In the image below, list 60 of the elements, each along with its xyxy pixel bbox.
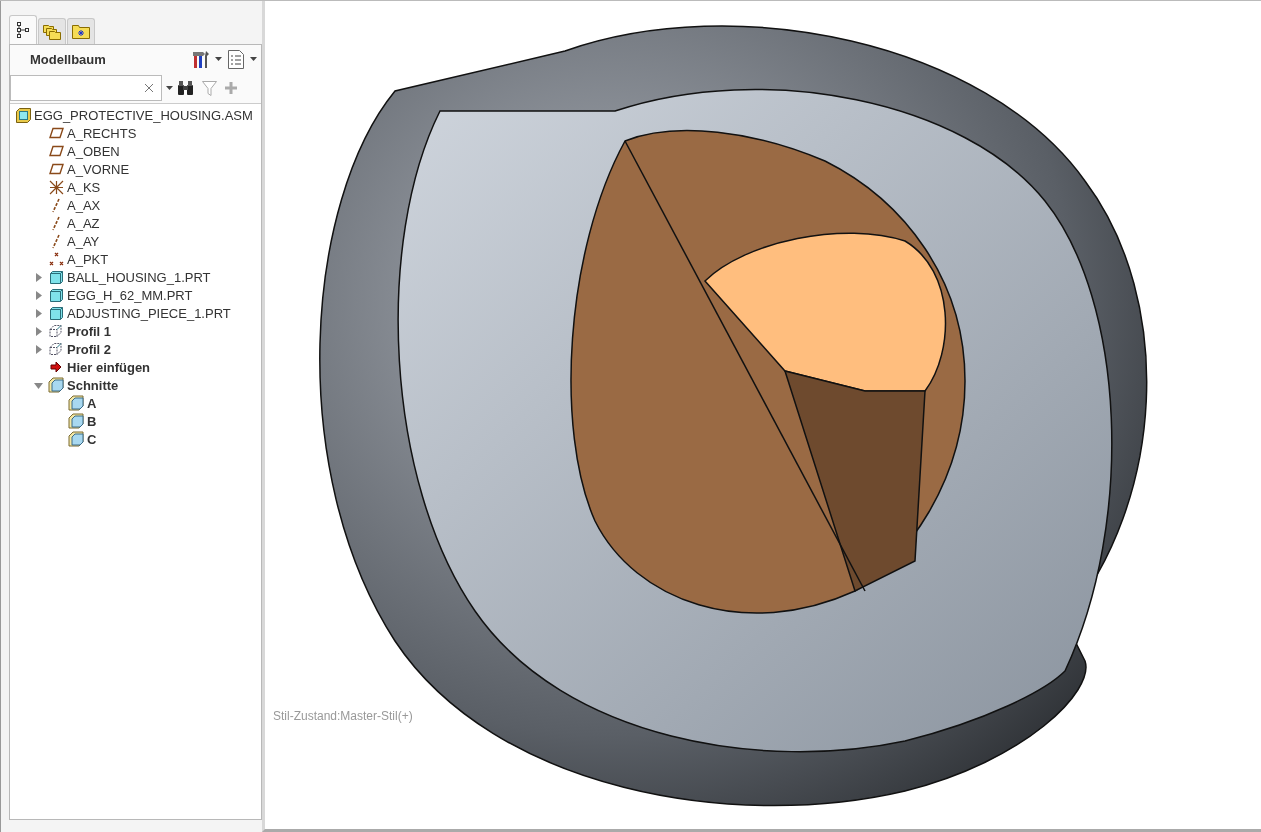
- axis-icon: [52, 215, 60, 231]
- part-icon: [49, 270, 63, 284]
- expand-arrow-icon[interactable]: [34, 308, 43, 318]
- section-icon: [68, 395, 84, 411]
- tree-item[interactable]: A_RECHTS: [67, 125, 137, 141]
- expand-arrow-icon[interactable]: [34, 290, 43, 300]
- tree-icon: [16, 22, 30, 38]
- part-icon: [49, 306, 63, 320]
- tree-item[interactable]: C: [87, 431, 97, 447]
- assembly-icon: [15, 107, 31, 123]
- tree-item[interactable]: A_VORNE: [67, 161, 130, 177]
- tree-item[interactable]: A_AY: [67, 233, 100, 249]
- arrow-right-icon: [50, 361, 62, 373]
- tree-item[interactable]: B: [87, 413, 97, 429]
- expand-arrow-icon[interactable]: [34, 344, 43, 354]
- tools-icon[interactable]: [191, 49, 211, 69]
- plane-icon: [48, 145, 64, 157]
- panel-tab[interactable]: [9, 15, 37, 44]
- plus-icon[interactable]: [225, 82, 237, 94]
- axis-icon: [52, 233, 60, 249]
- tree-item[interactable]: ADJUSTING_PIECE_1.PRT: [67, 305, 231, 321]
- panel-title: Modellbaum: [30, 51, 107, 67]
- coordinate-system-icon: [48, 179, 64, 195]
- tree-item[interactable]: A_PKT: [67, 251, 109, 267]
- tree-item[interactable]: Schnitte: [67, 377, 119, 393]
- caret-icon[interactable]: [250, 57, 257, 61]
- tree-item[interactable]: BALL_HOUSING_1.PRT: [67, 269, 211, 285]
- tree-item[interactable]: EGG_PROTECTIVE_HOUSING.ASM: [34, 107, 253, 123]
- filter-icon[interactable]: [202, 80, 217, 96]
- tree-item[interactable]: A_KS: [67, 179, 101, 195]
- tree-item[interactable]: Profil 2: [67, 341, 112, 357]
- extrude-icon: [49, 342, 63, 356]
- caret-icon[interactable]: [215, 57, 222, 61]
- tree-item[interactable]: A_OBEN: [67, 143, 120, 159]
- search-field[interactable]: [10, 75, 162, 101]
- folder-star-icon: [72, 24, 90, 39]
- points-icon: [48, 251, 64, 267]
- collapse-arrow-icon[interactable]: [34, 380, 43, 390]
- folders-icon: [43, 23, 61, 40]
- axis-icon: [52, 197, 60, 213]
- tree-item[interactable]: Hier einfügen: [67, 359, 151, 375]
- section-icon: [68, 431, 84, 447]
- section-icon: [68, 413, 84, 429]
- tree-item[interactable]: A: [87, 395, 97, 411]
- tree-item[interactable]: EGG_H_62_MM.PRT: [67, 287, 193, 303]
- plane-icon: [48, 127, 64, 139]
- extrude-icon: [49, 324, 63, 338]
- tree-item[interactable]: A_AX: [67, 197, 101, 213]
- expand-arrow-icon[interactable]: [34, 272, 43, 282]
- tree-item[interactable]: Profil 1: [67, 323, 112, 339]
- expand-arrow-icon[interactable]: [34, 326, 43, 336]
- part-icon: [49, 288, 63, 302]
- list-settings-icon[interactable]: [228, 49, 244, 69]
- tree-item[interactable]: A_AZ: [67, 215, 100, 231]
- plane-icon: [48, 163, 64, 175]
- binoculars-icon[interactable]: [177, 80, 194, 96]
- section-icon: [48, 377, 64, 393]
- status-text: Stil-Zustand:Master-Stil(+): [273, 709, 413, 723]
- caret-icon[interactable]: [166, 86, 173, 90]
- clear-icon[interactable]: [145, 84, 153, 92]
